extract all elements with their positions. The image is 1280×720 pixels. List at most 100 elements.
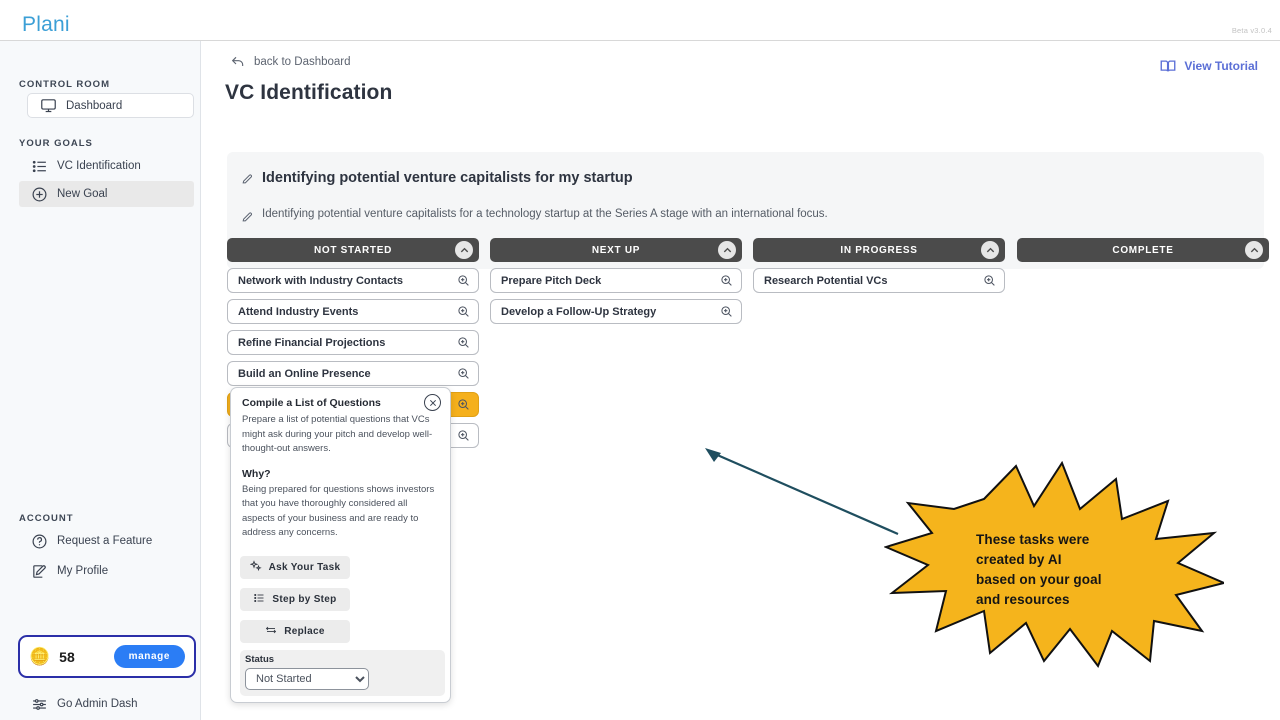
view-tutorial-link[interactable]: View Tutorial — [1159, 57, 1258, 75]
board-column-in-progress: IN PROGRESS Research Potential VCs — [753, 238, 1005, 293]
credit-count: 58 — [59, 648, 75, 665]
sidebar-item-vc-identification[interactable]: VC Identification — [19, 153, 194, 179]
column-title: IN PROGRESS — [840, 244, 918, 256]
sidebar-item-dashboard[interactable]: Dashboard — [27, 93, 194, 118]
sidebar-item-label: New Goal — [57, 188, 108, 200]
sliders-icon — [31, 696, 48, 713]
back-to-dashboard-link[interactable]: back to Dashboard — [230, 54, 351, 70]
sidebar-section-control-room: CONTROL ROOM — [19, 79, 110, 90]
view-tutorial-label: View Tutorial — [1184, 59, 1258, 73]
sidebar-item-label: VC Identification — [57, 160, 141, 172]
popup-why-label: Why? — [242, 467, 271, 480]
sidebar-section-account: ACCOUNT — [19, 513, 74, 524]
zoom-in-icon[interactable] — [457, 305, 470, 318]
status-select[interactable]: Not StartedNext UpIn ProgressComplete — [245, 668, 369, 690]
plus-circle-icon — [31, 186, 48, 203]
chevron-up-icon[interactable] — [718, 241, 736, 259]
annotation-line: These tasks were — [976, 532, 1090, 547]
status-section: Status Not StartedNext UpIn ProgressComp… — [240, 650, 445, 696]
ask-your-task-button[interactable]: Ask Your Task — [240, 556, 350, 579]
zoom-in-icon[interactable] — [457, 367, 470, 380]
goal-description: Identifying potential venture capitalist… — [262, 208, 828, 220]
popup-body: Prepare a list of potential questions th… — [242, 413, 442, 541]
annotation-arrow — [705, 448, 899, 536]
popup-why-text: Being prepared for questions shows inves… — [242, 483, 435, 539]
sparkle-icon — [249, 560, 262, 575]
goal-title-row[interactable]: Identifying potential venture capitalist… — [241, 170, 633, 186]
pencil-icon — [241, 172, 254, 185]
board-column-next-up: NEXT UP Prepare Pitch Deck Develop a Fol… — [490, 238, 742, 324]
monitor-icon — [40, 97, 57, 114]
popup-description: Prepare a list of potential questions th… — [242, 414, 433, 454]
task-title: Prepare Pitch Deck — [501, 274, 602, 287]
button-label: Replace — [284, 626, 325, 637]
chevron-up-icon[interactable] — [981, 241, 999, 259]
task-card[interactable]: Research Potential VCs — [753, 268, 1005, 293]
replace-button[interactable]: Replace — [240, 620, 350, 643]
credits-badge: 🪙 58 manage — [18, 635, 196, 678]
question-circle-icon — [31, 533, 48, 550]
list-icon — [253, 592, 265, 607]
app-root: Plani Beta v3.0.4 CONTROL ROOM Dashboard… — [0, 0, 1280, 720]
sidebar-item-go-admin-dash[interactable]: Go Admin Dash — [19, 691, 194, 717]
task-card[interactable]: Network with Industry Contacts — [227, 268, 479, 293]
task-card[interactable]: Refine Financial Projections — [227, 330, 479, 355]
swap-icon — [265, 624, 277, 639]
column-header: NOT STARTED — [227, 238, 479, 262]
zoom-in-icon[interactable] — [457, 398, 470, 411]
button-label: Step by Step — [272, 594, 337, 605]
close-icon[interactable] — [424, 394, 441, 411]
task-card[interactable]: Build an Online Presence — [227, 361, 479, 386]
task-title: Attend Industry Events — [238, 305, 359, 318]
sidebar-item-label: My Profile — [57, 565, 109, 577]
column-header: NEXT UP — [490, 238, 742, 262]
manage-credits-button[interactable]: manage — [113, 645, 185, 668]
popup-title: Compile a List of Questions — [242, 397, 381, 409]
button-label: Ask Your Task — [268, 562, 341, 573]
board-column-complete: COMPLETE — [1017, 238, 1269, 262]
page-title: VC Identification — [225, 81, 393, 104]
zoom-in-icon[interactable] — [457, 336, 470, 349]
column-header: IN PROGRESS — [753, 238, 1005, 262]
status-label: Status — [245, 654, 275, 665]
zoom-in-icon[interactable] — [457, 429, 470, 442]
zoom-in-icon[interactable] — [457, 274, 470, 287]
pencil-square-icon — [31, 563, 48, 580]
task-card[interactable]: Develop a Follow-Up Strategy — [490, 299, 742, 324]
task-detail-popup: Compile a List of Questions Prepare a li… — [230, 387, 451, 703]
task-title: Network with Industry Contacts — [238, 274, 404, 287]
chevron-up-icon[interactable] — [1245, 241, 1263, 259]
column-header: COMPLETE — [1017, 238, 1269, 262]
goal-title: Identifying potential venture capitalist… — [262, 170, 633, 186]
book-icon — [1159, 57, 1177, 75]
list-icon — [31, 158, 48, 175]
sidebar-item-new-goal[interactable]: New Goal — [19, 181, 194, 207]
sidebar-section-your-goals: YOUR GOALS — [19, 138, 93, 149]
coins-icon: 🪙 — [29, 647, 51, 666]
pencil-icon — [241, 210, 254, 223]
sidebar: CONTROL ROOM Dashboard YOUR GOALS VC Ide… — [0, 41, 201, 720]
version-label: Beta v3.0.4 — [1231, 26, 1272, 35]
zoom-in-icon[interactable] — [720, 305, 733, 318]
sidebar-item-my-profile[interactable]: My Profile — [19, 558, 194, 584]
sidebar-item-label: Request a Feature — [57, 535, 153, 547]
task-title: Refine Financial Projections — [238, 336, 386, 349]
zoom-in-icon[interactable] — [983, 274, 996, 287]
step-by-step-button[interactable]: Step by Step — [240, 588, 350, 611]
zoom-in-icon[interactable] — [720, 274, 733, 287]
annotation-line: based on your goal — [976, 572, 1102, 587]
column-title: COMPLETE — [1112, 244, 1174, 256]
sidebar-item-request-a-feature[interactable]: Request a Feature — [19, 528, 194, 554]
top-bar: Plani Beta v3.0.4 — [0, 0, 1280, 41]
back-link-label: back to Dashboard — [254, 56, 351, 68]
goal-description-row[interactable]: Identifying potential venture capitalist… — [241, 208, 828, 223]
task-title: Build an Online Presence — [238, 367, 371, 380]
chevron-up-icon[interactable] — [455, 241, 473, 259]
column-title: NOT STARTED — [313, 244, 393, 256]
task-card[interactable]: Attend Industry Events — [227, 299, 479, 324]
column-title: NEXT UP — [591, 244, 641, 256]
task-card[interactable]: Prepare Pitch Deck — [490, 268, 742, 293]
app-logo[interactable]: Plani — [22, 13, 70, 37]
annotation-line: and resources — [976, 592, 1070, 607]
annotation-text: These tasks were created by AI based on … — [976, 530, 1141, 610]
